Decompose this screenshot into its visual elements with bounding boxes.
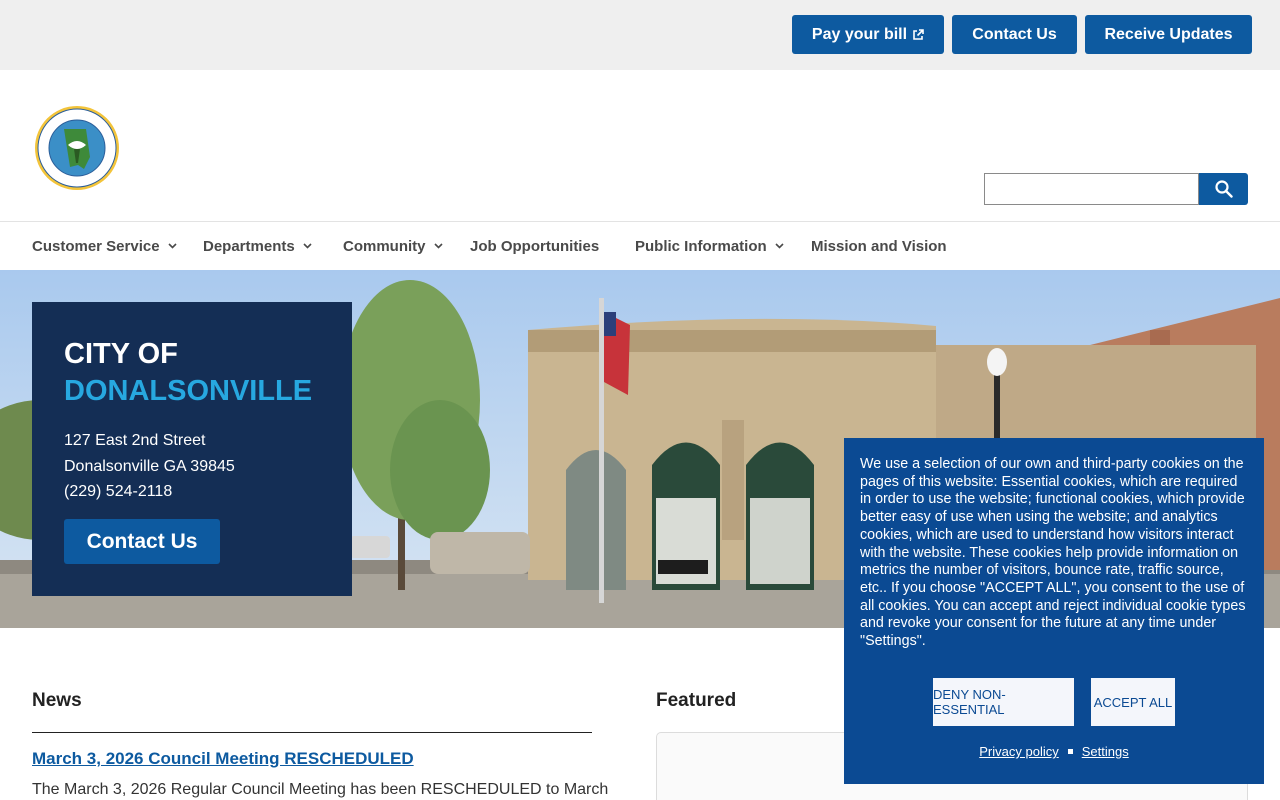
address-line1: 127 East 2nd Street xyxy=(64,432,206,449)
nav-item-community[interactable]: Community xyxy=(343,222,443,270)
cookie-consent-text: We use a selection of our own and third-… xyxy=(860,456,1246,650)
city-name-line1: CITY OF xyxy=(64,338,178,370)
city-info-card: CITY OF DONALSONVILLE 127 East 2nd Stree… xyxy=(32,302,352,596)
pay-bill-button[interactable]: Pay your bill xyxy=(792,15,944,54)
deny-non-essential-button[interactable]: DENY NON-ESSENTIAL xyxy=(933,678,1074,726)
contact-us-button[interactable]: Contact Us xyxy=(952,15,1077,54)
chevron-down-icon xyxy=(303,243,312,249)
featured-heading: Featured xyxy=(656,690,737,711)
phone-number: (229) 524-2118 xyxy=(64,483,173,500)
nav-item-label: Departments xyxy=(203,237,295,255)
nav-item-label: Community xyxy=(343,237,426,255)
city-name-line2: DONALSONVILLE xyxy=(64,375,313,407)
main-nav: Customer Service Departments Community J… xyxy=(0,222,1280,270)
nav-item-label: Job Opportunities xyxy=(470,237,600,255)
chevron-down-icon xyxy=(167,243,177,249)
news-item-excerpt: The March 3, 2026 Regular Council Meetin… xyxy=(32,781,609,798)
news-heading: News xyxy=(32,690,82,711)
site-header xyxy=(0,70,1280,222)
chevron-down-icon xyxy=(433,243,443,249)
cookie-settings-link[interactable]: Settings xyxy=(1082,744,1129,759)
nav-item-public-information[interactable]: Public Information xyxy=(635,222,784,270)
receive-updates-button[interactable]: Receive Updates xyxy=(1085,15,1252,54)
link-separator xyxy=(1067,749,1073,754)
nav-item-departments[interactable]: Departments xyxy=(203,222,312,270)
utility-bar: Pay your bill Contact Us Receive Updates xyxy=(0,0,1280,70)
nav-item-mission-and-vision[interactable]: Mission and Vision xyxy=(811,222,947,270)
cookie-consent-banner: We use a selection of our own and third-… xyxy=(844,438,1264,784)
news-item-title-link[interactable]: March 3, 2026 Council Meeting RESCHEDULE… xyxy=(32,749,414,769)
news-divider xyxy=(32,732,592,733)
search-icon xyxy=(1214,180,1233,198)
privacy-policy-link[interactable]: Privacy policy xyxy=(979,744,1058,759)
pay-bill-label: Pay your bill xyxy=(811,25,908,43)
card-contact-us-button[interactable]: Contact Us xyxy=(64,519,220,564)
accept-all-button[interactable]: ACCEPT ALL xyxy=(1091,678,1175,726)
external-link-icon xyxy=(913,28,924,40)
city-seal[interactable] xyxy=(34,105,120,191)
nav-item-label: Customer Service xyxy=(32,237,160,255)
nav-item-label: Mission and Vision xyxy=(811,237,947,255)
search-button[interactable] xyxy=(1199,173,1248,205)
search-input[interactable] xyxy=(984,173,1199,205)
nav-item-label: Public Information xyxy=(635,237,767,255)
cookie-links: Privacy policy Settings xyxy=(844,744,1264,759)
nav-item-job-opportunities[interactable]: Job Opportunities xyxy=(470,222,599,270)
address-line2: Donalsonville GA 39845 xyxy=(64,457,235,475)
city-address: 127 East 2nd Street Donalsonville GA 398… xyxy=(64,428,320,505)
chevron-down-icon xyxy=(775,243,784,249)
nav-item-customer-service[interactable]: Customer Service xyxy=(32,222,177,270)
